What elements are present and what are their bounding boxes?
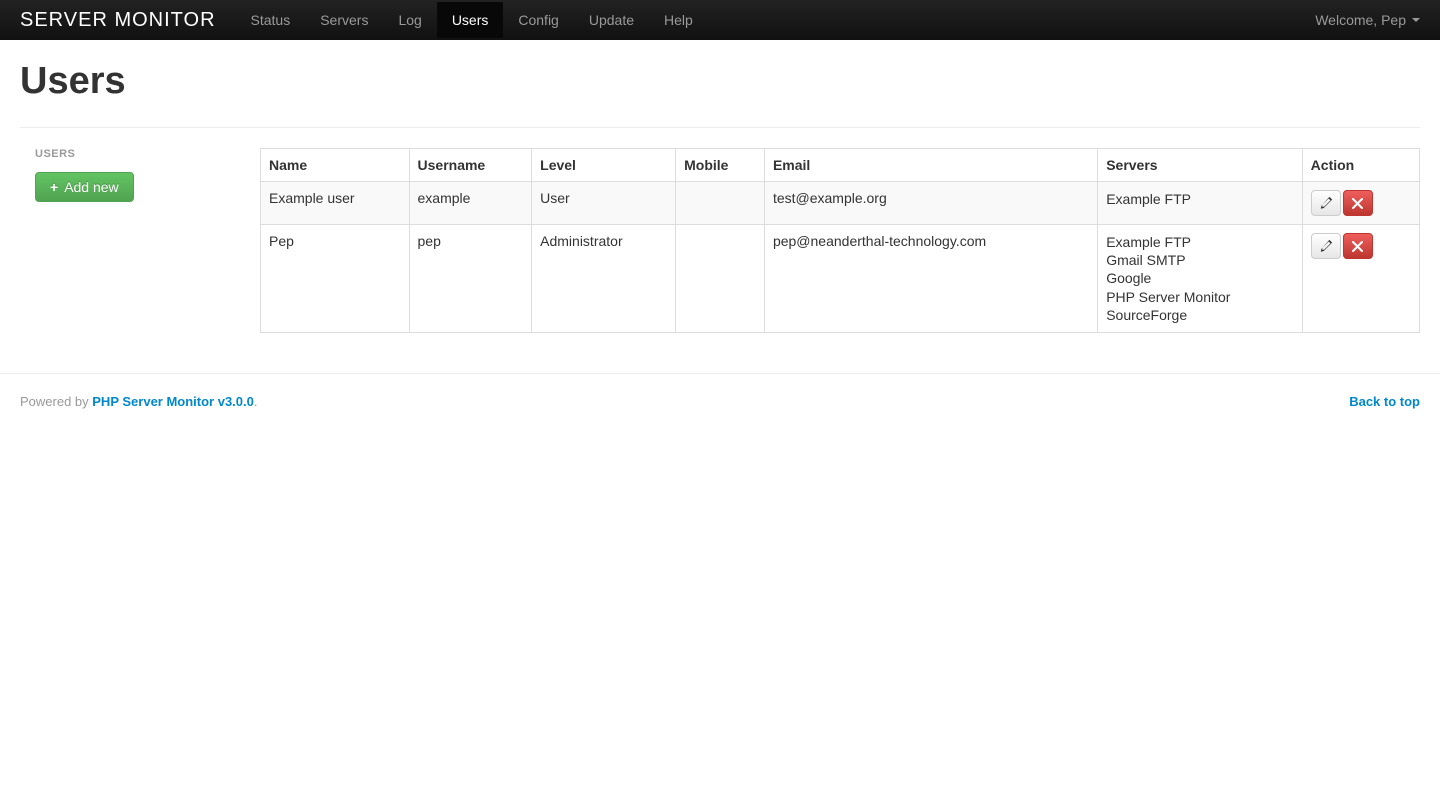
cell-servers: Example FTP (1098, 182, 1302, 225)
user-menu[interactable]: Welcome, Pep (1315, 12, 1420, 28)
pencil-icon (1320, 197, 1332, 209)
nav-item-update[interactable]: Update (574, 2, 649, 38)
server-item: SourceForge (1106, 306, 1293, 324)
footer-period: . (254, 394, 258, 409)
pencil-icon (1320, 240, 1332, 252)
cell-email: pep@neanderthal-technology.com (764, 225, 1097, 333)
col-username: Username (409, 149, 532, 182)
sidebar-title: USERS (35, 148, 240, 160)
back-to-top-link[interactable]: Back to top (1349, 394, 1420, 409)
nav-item-users[interactable]: Users (437, 2, 504, 38)
nav-link[interactable]: Servers (305, 2, 383, 38)
col-servers: Servers (1098, 149, 1302, 182)
add-user-label: Add new (64, 179, 118, 195)
cell-username: example (409, 182, 532, 225)
cell-servers: Example FTPGmail SMTPGooglePHP Server Mo… (1098, 225, 1302, 333)
plus-icon: + (50, 179, 58, 195)
col-action: Action (1302, 149, 1419, 182)
nav-link[interactable]: Help (649, 2, 708, 38)
col-mobile: Mobile (676, 149, 765, 182)
cell-username: pep (409, 225, 532, 333)
cell-level: User (532, 182, 676, 225)
nav-list: StatusServersLogUsersConfigUpdateHelp (236, 2, 1316, 38)
cell-level: Administrator (532, 225, 676, 333)
cell-name: Example user (261, 182, 410, 225)
brand[interactable]: SERVER MONITOR (20, 9, 216, 32)
cell-action (1302, 225, 1419, 333)
nav-item-log[interactable]: Log (383, 2, 436, 38)
nav-link[interactable]: Users (437, 2, 504, 38)
footer: Powered by PHP Server Monitor v3.0.0. Ba… (0, 373, 1440, 429)
sidebar: USERS + Add new (20, 148, 240, 333)
col-name: Name (261, 149, 410, 182)
nav-item-help[interactable]: Help (649, 2, 708, 38)
footer-link[interactable]: PHP Server Monitor v3.0.0 (92, 394, 254, 409)
server-item: Example FTP (1106, 233, 1293, 251)
powered-by-text: Powered by (20, 394, 92, 409)
col-email: Email (764, 149, 1097, 182)
chevron-down-icon (1412, 18, 1420, 22)
server-item: Google (1106, 269, 1293, 287)
cell-mobile (676, 225, 765, 333)
delete-button[interactable] (1343, 190, 1373, 216)
server-item: PHP Server Monitor (1106, 288, 1293, 306)
add-user-button[interactable]: + Add new (35, 172, 134, 202)
cell-action (1302, 182, 1419, 225)
table-body: Example userexampleUsertest@example.orgE… (261, 182, 1420, 333)
nav-link[interactable]: Log (383, 2, 436, 38)
nav-item-servers[interactable]: Servers (305, 2, 383, 38)
users-table: Name Username Level Mobile Email Servers… (260, 148, 1420, 333)
table-row: PeppepAdministrator pep@neanderthal-techn… (261, 225, 1420, 333)
nav-item-config[interactable]: Config (503, 2, 573, 38)
edit-button[interactable] (1311, 233, 1341, 259)
server-item: Example FTP (1106, 190, 1293, 208)
nav-link[interactable]: Status (236, 2, 306, 38)
col-level: Level (532, 149, 676, 182)
close-icon (1352, 241, 1363, 252)
edit-button[interactable] (1311, 190, 1341, 216)
nav-link[interactable]: Update (574, 2, 649, 38)
welcome-text: Welcome, Pep (1315, 12, 1406, 28)
cell-email: test@example.org (764, 182, 1097, 225)
cell-mobile (676, 182, 765, 225)
close-icon (1352, 198, 1363, 209)
delete-button[interactable] (1343, 233, 1373, 259)
cell-name: Pep (261, 225, 410, 333)
navbar: SERVER MONITOR StatusServersLogUsersConf… (0, 0, 1440, 40)
page-header: Users (20, 60, 1420, 128)
nav-link[interactable]: Config (503, 2, 573, 38)
nav-item-status[interactable]: Status (236, 2, 306, 38)
server-item: Gmail SMTP (1106, 251, 1293, 269)
main-content: Name Username Level Mobile Email Servers… (260, 148, 1420, 333)
page-title: Users (20, 60, 1420, 103)
table-row: Example userexampleUser test@example.org E… (261, 182, 1420, 225)
